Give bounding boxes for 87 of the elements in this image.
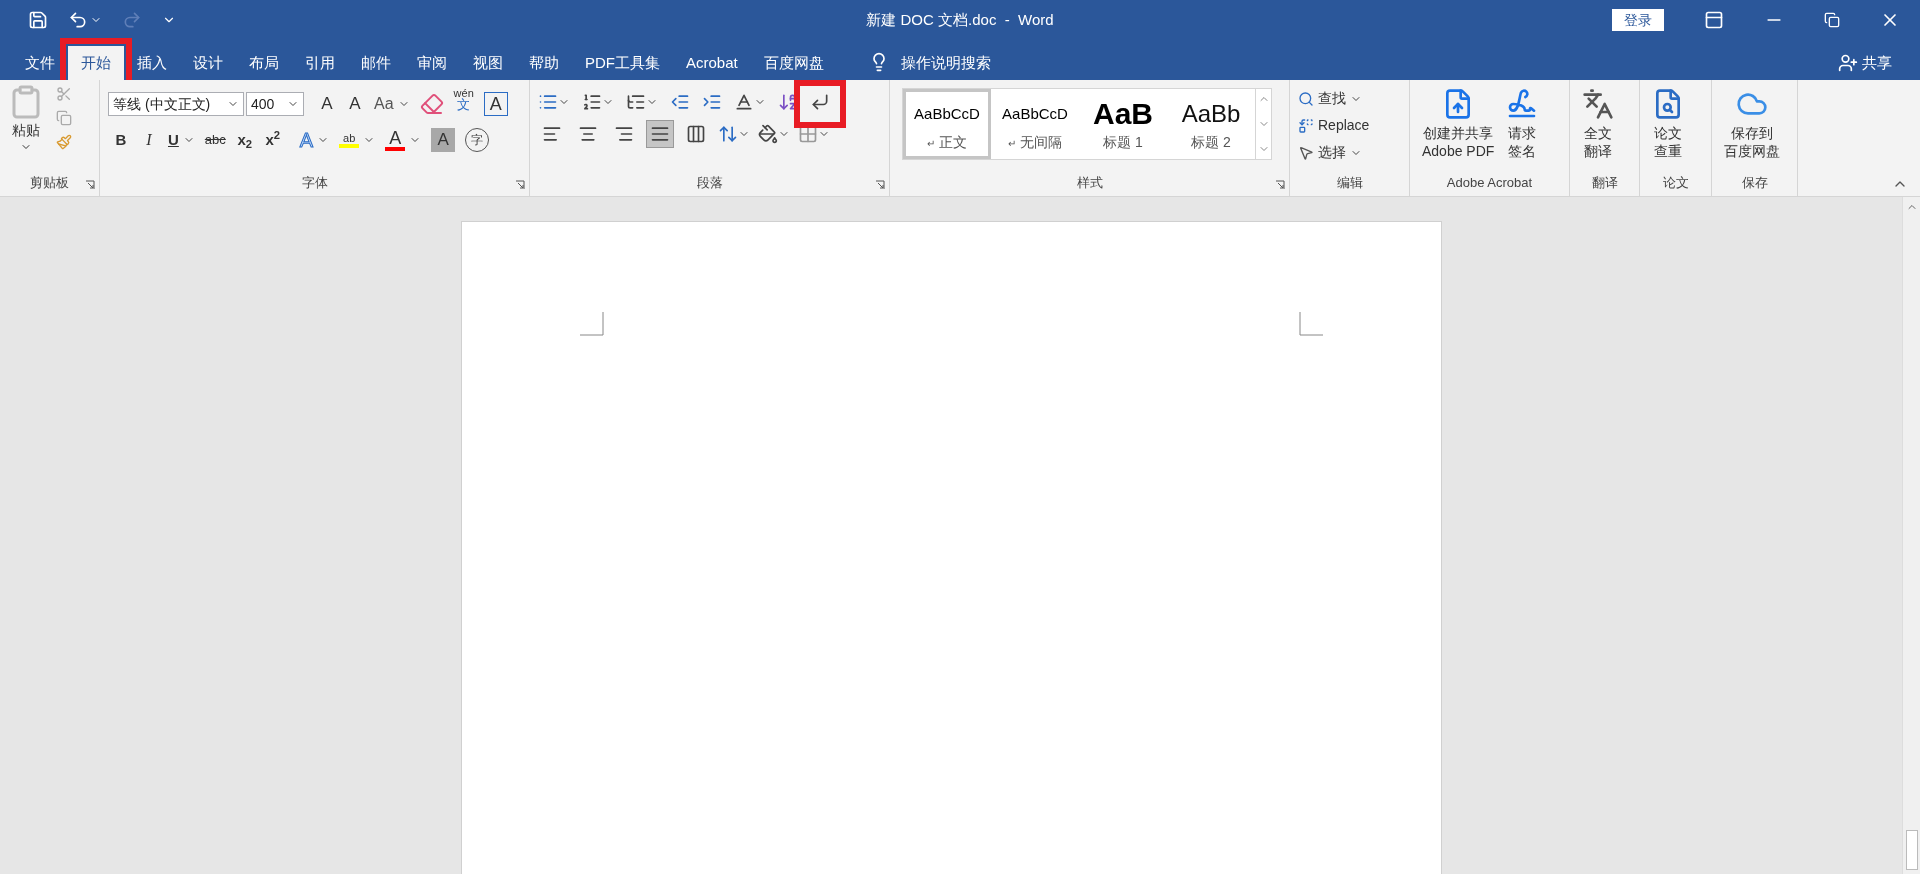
dialog-launcher-icon[interactable] — [1275, 180, 1285, 190]
group-label: 翻译 — [1591, 173, 1618, 192]
find-button[interactable]: 查找 — [1298, 88, 1370, 109]
multilevel-list-icon[interactable] — [626, 92, 646, 112]
share-button[interactable]: 共享 — [1838, 46, 1892, 80]
line-spacing-icon[interactable] — [718, 124, 738, 144]
window-title: 新建 DOC 文档.doc - Word — [866, 9, 1054, 30]
group-label: 论文 — [1662, 173, 1689, 192]
font-name-dropdown[interactable]: 等线 (中文正文) — [108, 92, 244, 116]
style-gallery-item[interactable]: AaBb 标题 2 — [1167, 89, 1255, 159]
ribbon-tab[interactable]: 插入 — [124, 46, 180, 80]
decrease-indent-icon[interactable] — [670, 92, 690, 112]
align-button[interactable] — [646, 120, 674, 148]
group-label: Adobe Acrobat — [1446, 173, 1533, 192]
ribbon-tab[interactable]: 文件 — [12, 46, 68, 80]
ribbon-tab[interactable]: 帮助 — [516, 46, 572, 80]
dialog-launcher-icon[interactable] — [875, 180, 885, 190]
vertical-scrollbar[interactable] — [1902, 197, 1920, 874]
align-icon — [578, 124, 598, 144]
ribbon-display-icon[interactable] — [1704, 10, 1724, 30]
dialog-launcher-icon[interactable] — [515, 180, 525, 190]
restore-icon[interactable] — [1824, 12, 1840, 28]
ribbon-tab[interactable]: 邮件 — [348, 46, 404, 80]
translate-button[interactable]: 全文 翻译 — [1578, 88, 1618, 160]
paint-bucket-icon[interactable] — [758, 124, 778, 144]
request-signature-button[interactable]: 请求 签名 — [1502, 88, 1543, 160]
dialog-launcher-icon[interactable] — [85, 180, 95, 190]
shrink-font-button[interactable]: A — [342, 90, 368, 118]
select-button[interactable]: 选择 — [1298, 142, 1370, 163]
group-label: 剪贴板 — [30, 173, 69, 192]
underline-button[interactable]: U — [164, 126, 199, 154]
bold-button[interactable]: B — [108, 126, 134, 154]
font-size-dropdown[interactable]: 400 — [246, 92, 304, 116]
numbering-icon[interactable] — [582, 92, 602, 112]
script-button[interactable]: x$_{2}$ — [231, 126, 258, 154]
translate-icon — [1582, 88, 1614, 120]
phonetic-guide-button[interactable]: wén 文 — [449, 88, 478, 120]
ribbon-tab[interactable]: 审阅 — [404, 46, 460, 80]
bullets-icon[interactable] — [538, 92, 558, 112]
show-marks-icon[interactable] — [810, 92, 830, 112]
search-icon — [1298, 90, 1314, 107]
style-gallery-item[interactable]: AaBbCcD ↵ 正文 — [903, 89, 991, 159]
eraser-icon[interactable] — [419, 92, 444, 116]
group-label: 样式 — [1076, 173, 1103, 192]
change-case-button[interactable]: Aa — [370, 90, 414, 118]
font-color-button[interactable]: A — [381, 126, 426, 154]
plagiarism-check-button[interactable]: 论文 查重 — [1648, 88, 1688, 160]
replace-icon — [1298, 117, 1314, 134]
scroll-thumb[interactable] — [1905, 830, 1918, 870]
strikethrough-button[interactable]: abc — [200, 126, 230, 154]
style-gallery-item[interactable]: AaB 标题 1 — [1079, 89, 1167, 159]
group-label: 保存 — [1741, 173, 1768, 192]
margin-corner-icon — [1298, 312, 1323, 336]
pointer-icon — [1298, 144, 1314, 161]
paste-button[interactable]: 粘贴 — [8, 84, 44, 153]
highlight-button[interactable]: ab — [335, 126, 380, 154]
ribbon-tab[interactable]: Acrobat — [673, 46, 751, 80]
script-button[interactable]: x$^{2}$ — [259, 126, 286, 154]
group-label: 编辑 — [1336, 173, 1363, 192]
replace-button[interactable]: Replace — [1298, 115, 1370, 136]
tell-me-search[interactable]: 操作说明搜索 — [900, 46, 991, 80]
margin-corner-icon — [579, 312, 604, 336]
save-cloud-button[interactable]: 保存到 百度网盘 — [1720, 88, 1784, 160]
increase-indent-icon[interactable] — [702, 92, 722, 112]
group-label: 段落 — [696, 173, 723, 192]
create-pdf-button[interactable]: 创建并共享 Adobe PDF — [1418, 88, 1499, 160]
grow-font-button[interactable]: A — [314, 90, 340, 118]
ribbon-tab[interactable]: 设计 — [180, 46, 236, 80]
style-gallery-item[interactable]: AaBbCcD ↵ 无间隔 — [991, 89, 1079, 159]
save-icon[interactable] — [28, 10, 48, 30]
italic-button[interactable]: I — [136, 126, 162, 154]
character-shading-button[interactable]: A — [431, 128, 456, 152]
ribbon-tab[interactable]: 百度网盘 — [750, 46, 837, 80]
align-icon — [614, 124, 634, 144]
align-icon — [686, 124, 706, 144]
align-icon — [542, 124, 562, 144]
ribbon-tab[interactable]: 引用 — [292, 46, 348, 80]
ribbon-tab[interactable]: 开始 — [68, 46, 124, 80]
ribbon-tab[interactable]: 布局 — [236, 46, 292, 80]
undo-icon[interactable] — [68, 10, 88, 30]
group-label: 字体 — [301, 173, 328, 192]
ribbon-tab[interactable]: 视图 — [460, 46, 516, 80]
character-border-button[interactable]: A — [483, 92, 508, 116]
login-button[interactable]: 登录 — [1612, 9, 1664, 31]
align-icon — [650, 124, 670, 144]
user-plus-icon — [1838, 53, 1858, 73]
ribbon-tab[interactable]: PDF工具集 — [572, 46, 673, 80]
